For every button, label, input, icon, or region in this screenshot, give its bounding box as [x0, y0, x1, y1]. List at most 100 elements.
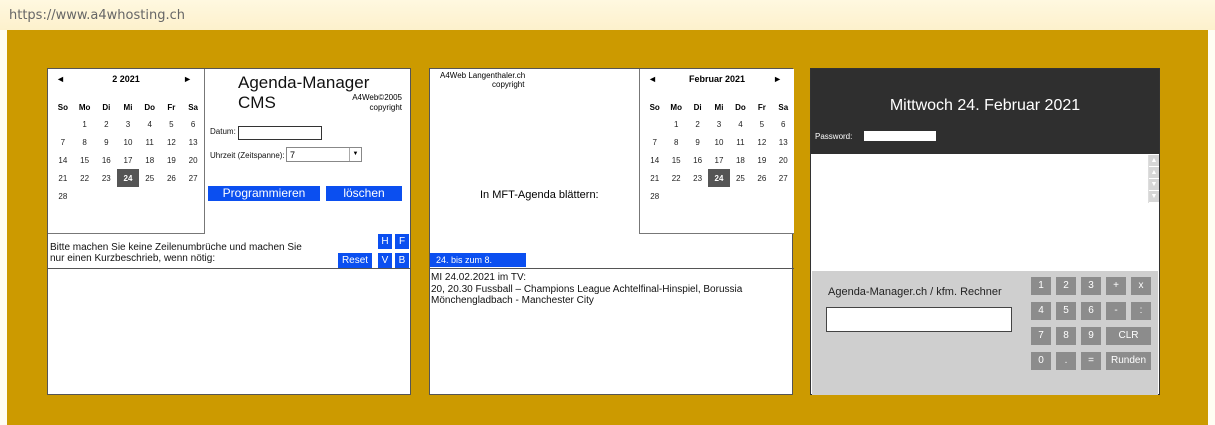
calendar-day[interactable]: 9: [687, 133, 708, 151]
scroll-down-icon[interactable]: ▼: [1149, 191, 1159, 203]
b-button[interactable]: B: [395, 253, 409, 268]
calculator-key[interactable]: CLR: [1106, 327, 1151, 345]
calculator-key[interactable]: 7: [1031, 327, 1051, 345]
calendar-day[interactable]: 4: [730, 115, 751, 133]
calculator-key[interactable]: -: [1106, 302, 1126, 320]
scroll-up-icon[interactable]: ▲: [1149, 167, 1159, 179]
calendar-day[interactable]: 27: [182, 169, 204, 187]
calculator-key[interactable]: 9: [1081, 327, 1101, 345]
scroll-down-icon[interactable]: ▼: [1149, 179, 1159, 191]
calendar-day[interactable]: 20: [182, 151, 204, 169]
calendar-day[interactable]: 11: [139, 133, 161, 151]
calendar-day[interactable]: 5: [751, 115, 772, 133]
calculator-key[interactable]: :: [1131, 302, 1151, 320]
calendar-day[interactable]: 28: [644, 187, 665, 205]
calendar-day[interactable]: 28: [52, 187, 74, 205]
calculator-display[interactable]: [826, 307, 1012, 332]
h-button[interactable]: H: [378, 234, 392, 249]
calendar-day[interactable]: 8: [665, 133, 687, 151]
calculator-key[interactable]: 1: [1031, 277, 1051, 295]
calendar-day[interactable]: 6: [773, 115, 794, 133]
f-button[interactable]: F: [395, 234, 409, 249]
calendar-day[interactable]: 25: [139, 169, 161, 187]
calculator-key[interactable]: Runden: [1106, 352, 1151, 370]
calendar-day[interactable]: 15: [665, 151, 687, 169]
calendar-day[interactable]: 25: [730, 169, 751, 187]
calendar-day[interactable]: 22: [74, 169, 96, 187]
calculator-key[interactable]: +: [1106, 277, 1126, 295]
calculator-key[interactable]: 5: [1056, 302, 1076, 320]
calendar-day[interactable]: 24: [708, 169, 730, 187]
calendar-day[interactable]: 22: [665, 169, 687, 187]
calendar-day[interactable]: 14: [52, 151, 74, 169]
delete-button[interactable]: löschen: [326, 186, 402, 201]
calendar-day[interactable]: 18: [730, 151, 751, 169]
calculator-key[interactable]: 0: [1031, 352, 1051, 370]
calculator-key[interactable]: 4: [1031, 302, 1051, 320]
calculator-key[interactable]: 3: [1081, 277, 1101, 295]
calendar-day[interactable]: 3: [117, 115, 139, 133]
calendar-day[interactable]: 13: [773, 133, 794, 151]
calendar-day[interactable]: 10: [117, 133, 139, 151]
calendar-day[interactable]: 2: [95, 115, 117, 133]
calendar-day[interactable]: 26: [161, 169, 183, 187]
calendar-day[interactable]: 4: [139, 115, 161, 133]
v-button[interactable]: V: [378, 253, 392, 268]
calendar-day[interactable]: 18: [139, 151, 161, 169]
calendar-day[interactable]: 1: [665, 115, 687, 133]
calendar-day[interactable]: 2: [687, 115, 708, 133]
calendar-day[interactable]: 20: [773, 151, 794, 169]
calendar-day[interactable]: 16: [687, 151, 708, 169]
calendar-day[interactable]: 24: [117, 169, 139, 187]
calendar-day[interactable]: 16: [95, 151, 117, 169]
next-month-arrow-icon[interactable]: ►: [183, 74, 192, 84]
calendar-day[interactable]: 6: [182, 115, 204, 133]
calendar-day[interactable]: 27: [773, 169, 794, 187]
date-input[interactable]: [238, 126, 322, 140]
calendar-day[interactable]: 21: [52, 169, 74, 187]
calendar-day[interactable]: 9: [95, 133, 117, 151]
reset-button[interactable]: Reset: [338, 253, 372, 268]
next-month-arrow-icon[interactable]: ►: [773, 74, 782, 84]
calendar-day[interactable]: 1: [74, 115, 96, 133]
program-button[interactable]: Programmieren: [208, 186, 320, 201]
calendar-day[interactable]: 5: [161, 115, 183, 133]
description-textarea[interactable]: [48, 268, 410, 394]
calendar-day[interactable]: 7: [52, 133, 74, 151]
calendar-day[interactable]: 23: [95, 169, 117, 187]
scroll-up-icon[interactable]: ▲: [1149, 155, 1159, 167]
calculator-key[interactable]: 8: [1056, 327, 1076, 345]
calendar-day[interactable]: 3: [708, 115, 729, 133]
calendar-day[interactable]: 12: [751, 133, 772, 151]
calendar-day[interactable]: 14: [644, 151, 665, 169]
password-input[interactable]: [864, 131, 936, 141]
calendar-day[interactable]: 19: [751, 151, 772, 169]
calendar-day[interactable]: 17: [708, 151, 729, 169]
calendar-day[interactable]: 12: [161, 133, 183, 151]
calendar-day[interactable]: 17: [117, 151, 139, 169]
calendar-day[interactable]: 13: [182, 133, 204, 151]
cms-calendar: ◄ 2 2021 ► So Mo Di Mi Do Fr Sa 1 2 3 4 5 6 7 8 9 10 11 1…: [48, 69, 205, 234]
agenda-manager-cms-panel: ◄ 2 2021 ► So Mo Di Mi Do Fr Sa 1 2 3 4 5 6 7 8 9 10 11 1…: [47, 68, 411, 395]
calculator-key[interactable]: x: [1131, 277, 1151, 295]
weekday-header: Sa: [778, 102, 789, 112]
calendar-day[interactable]: 15: [74, 151, 96, 169]
calendar-day[interactable]: 11: [730, 133, 751, 151]
calendar-day[interactable]: 21: [644, 169, 665, 187]
calculator-key[interactable]: 2: [1056, 277, 1076, 295]
calendar-day[interactable]: 10: [708, 133, 729, 151]
calendar-empty-cell: [773, 187, 794, 205]
calendar-day[interactable]: 8: [74, 133, 96, 151]
time-select[interactable]: 7 ▼: [286, 147, 362, 162]
scrollbar[interactable]: ▲ ▲ ▼ ▼: [1148, 155, 1159, 203]
calendar-day[interactable]: 23: [687, 169, 708, 187]
calculator-key[interactable]: =: [1081, 352, 1101, 370]
address-bar[interactable]: https://www.a4whosting.ch: [0, 0, 1215, 30]
calculator-key[interactable]: .: [1056, 352, 1076, 370]
calendar-day[interactable]: 26: [751, 169, 772, 187]
calendar-day[interactable]: 19: [161, 151, 183, 169]
tv-listing-line: Mönchengladbach - Manchester City: [431, 295, 594, 306]
calendar-day[interactable]: 7: [644, 133, 665, 151]
week-range-button[interactable]: 24. bis zum 8.: [430, 253, 526, 267]
calculator-key[interactable]: 6: [1081, 302, 1101, 320]
